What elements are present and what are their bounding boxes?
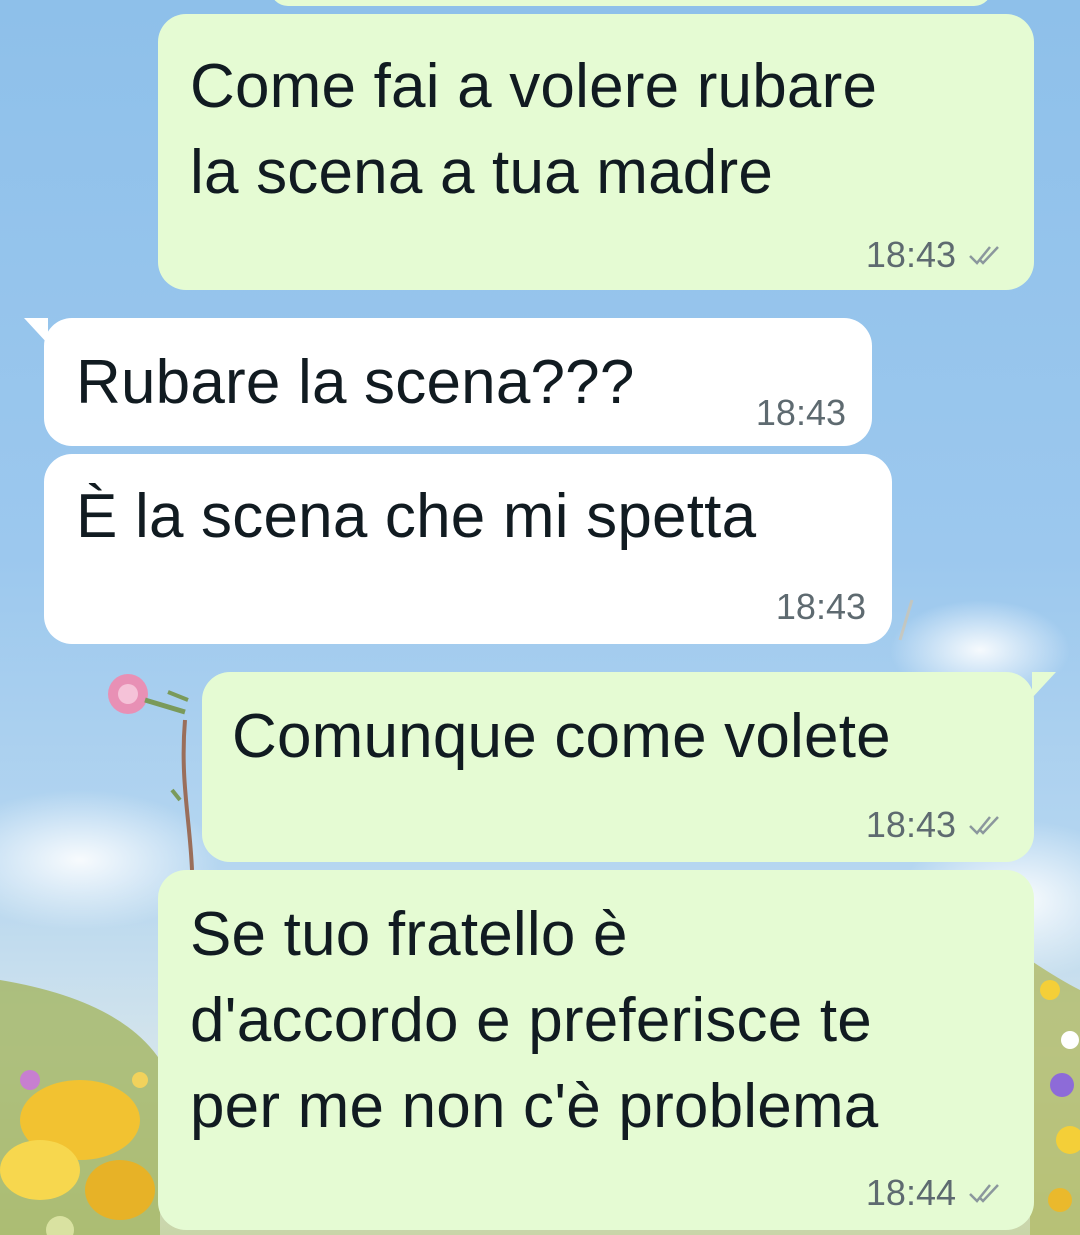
message-time: 18:43	[865, 234, 956, 275]
chat-area[interactable]: Come fai a volere rubare la scena a tua …	[0, 0, 1080, 1235]
message-text: Rubare la scena???	[76, 348, 635, 417]
message-time: 18:43	[755, 392, 846, 433]
message-meta: 18:43	[866, 234, 1004, 276]
message-meta: 18:43	[776, 586, 866, 628]
read-ticks-icon	[969, 816, 999, 835]
read-ticks-icon	[969, 246, 999, 265]
message-bubble-outgoing[interactable]: Se tuo fratello è d'accordo e preferisce…	[158, 870, 1034, 1230]
previous-message-bubble[interactable]	[270, 0, 992, 6]
message-meta: 18:43	[756, 392, 846, 434]
message-meta: 18:43	[866, 804, 1004, 846]
message-bubble-incoming[interactable]: È la scena che mi spetta 18:43	[44, 454, 892, 644]
message-time: 18:43	[775, 586, 866, 627]
bubble-tail	[1032, 672, 1056, 698]
message-text: È la scena che mi spetta	[76, 482, 757, 551]
read-ticks-icon	[969, 1184, 999, 1203]
message-time: 18:43	[865, 804, 956, 845]
message-text: Se tuo fratello è d'accordo e preferisce…	[190, 900, 879, 1141]
message-time: 18:44	[865, 1172, 956, 1213]
message-bubble-outgoing[interactable]: Come fai a volere rubare la scena a tua …	[158, 14, 1034, 290]
message-bubble-outgoing[interactable]: Comunque come volete 18:43	[202, 672, 1034, 862]
message-text: Comunque come volete	[232, 702, 891, 771]
message-bubble-incoming[interactable]: Rubare la scena??? 18:43	[44, 318, 872, 446]
message-text: Come fai a volere rubare la scena a tua …	[190, 52, 878, 207]
message-meta: 18:44	[866, 1172, 1004, 1214]
